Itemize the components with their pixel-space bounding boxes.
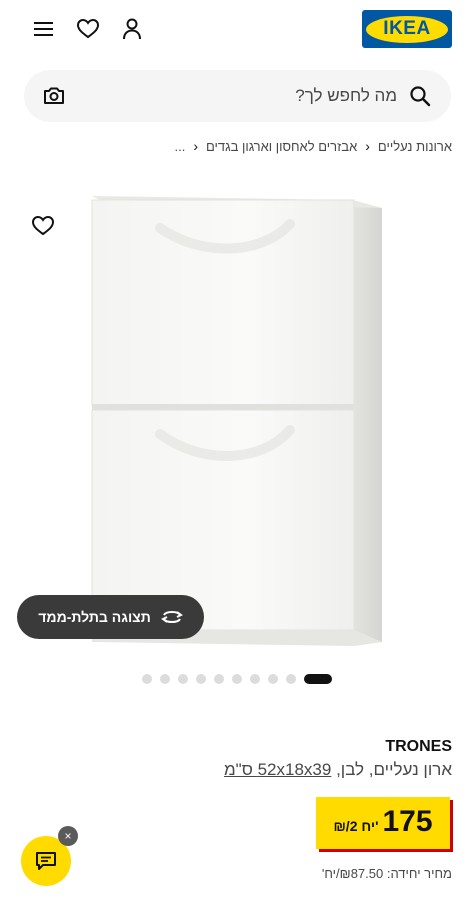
chevron-icon: › [365,138,370,154]
gallery-dot[interactable] [286,674,296,684]
breadcrumb: ארונות נעליים › אבזרים לאחסון וארגון בגד… [174,136,452,156]
gallery-dot[interactable] [142,674,152,684]
gallery-dot[interactable] [160,674,170,684]
chat-icon [36,852,56,870]
gallery-dot[interactable] [268,674,278,684]
heart-icon[interactable] [74,15,102,43]
chat-close-button[interactable]: × [58,826,78,846]
price-unit: ₪/2 יח' [333,818,379,834]
favourite-heart-icon[interactable] [31,215,56,240]
view-3d-label: תצוגה בתלת-ממד [38,609,151,625]
gallery-dot[interactable] [178,674,188,684]
logo-oval: IKEA [366,15,448,43]
view-3d-button[interactable]: תצוגה בתלת-ממד [17,595,204,639]
price-value: 175 [382,805,433,838]
search-icon[interactable] [409,85,431,107]
chevron-icon: › [193,138,198,154]
user-icon[interactable] [118,15,146,43]
gallery-dot[interactable] [250,674,260,684]
unit-price: מחיר יחידה: ₪87.50/יח' [321,866,452,881]
product-image [91,196,382,646]
search-bar[interactable] [24,70,451,122]
camera-icon[interactable] [42,84,66,108]
rotate-3d-icon [160,611,183,623]
product-description: ארון נעליים, לבן, 52x18x39 ס"מ [224,760,452,780]
menu-icon[interactable] [30,15,58,43]
ikea-logo[interactable]: IKEA [362,10,452,48]
logo-text: IKEA [383,18,431,39]
price-tag: ₪/2 יח' 175 [316,797,450,849]
search-input[interactable] [97,70,397,122]
product-dimensions-link[interactable]: 52x18x39 ס"מ [224,760,331,779]
product-type: ארון נעליים, לבן, [336,760,452,779]
gallery-dot[interactable] [196,674,206,684]
product-gallery[interactable]: תצוגה בתלת-ממד [0,170,474,660]
gallery-dot-active[interactable] [304,674,332,684]
gallery-pagination [142,673,332,685]
gallery-dot[interactable] [214,674,224,684]
breadcrumb-item-more[interactable]: ... [174,139,185,154]
breadcrumb-item-clothes-storage[interactable]: אבזרים לאחסון וארגון בגדים [206,139,357,154]
breadcrumb-item-shoe-cabinets[interactable]: ארונות נעליים [378,139,452,154]
product-name[interactable]: TRONES [385,738,452,756]
gallery-dot[interactable] [232,674,242,684]
header: IKEA [0,0,474,62]
